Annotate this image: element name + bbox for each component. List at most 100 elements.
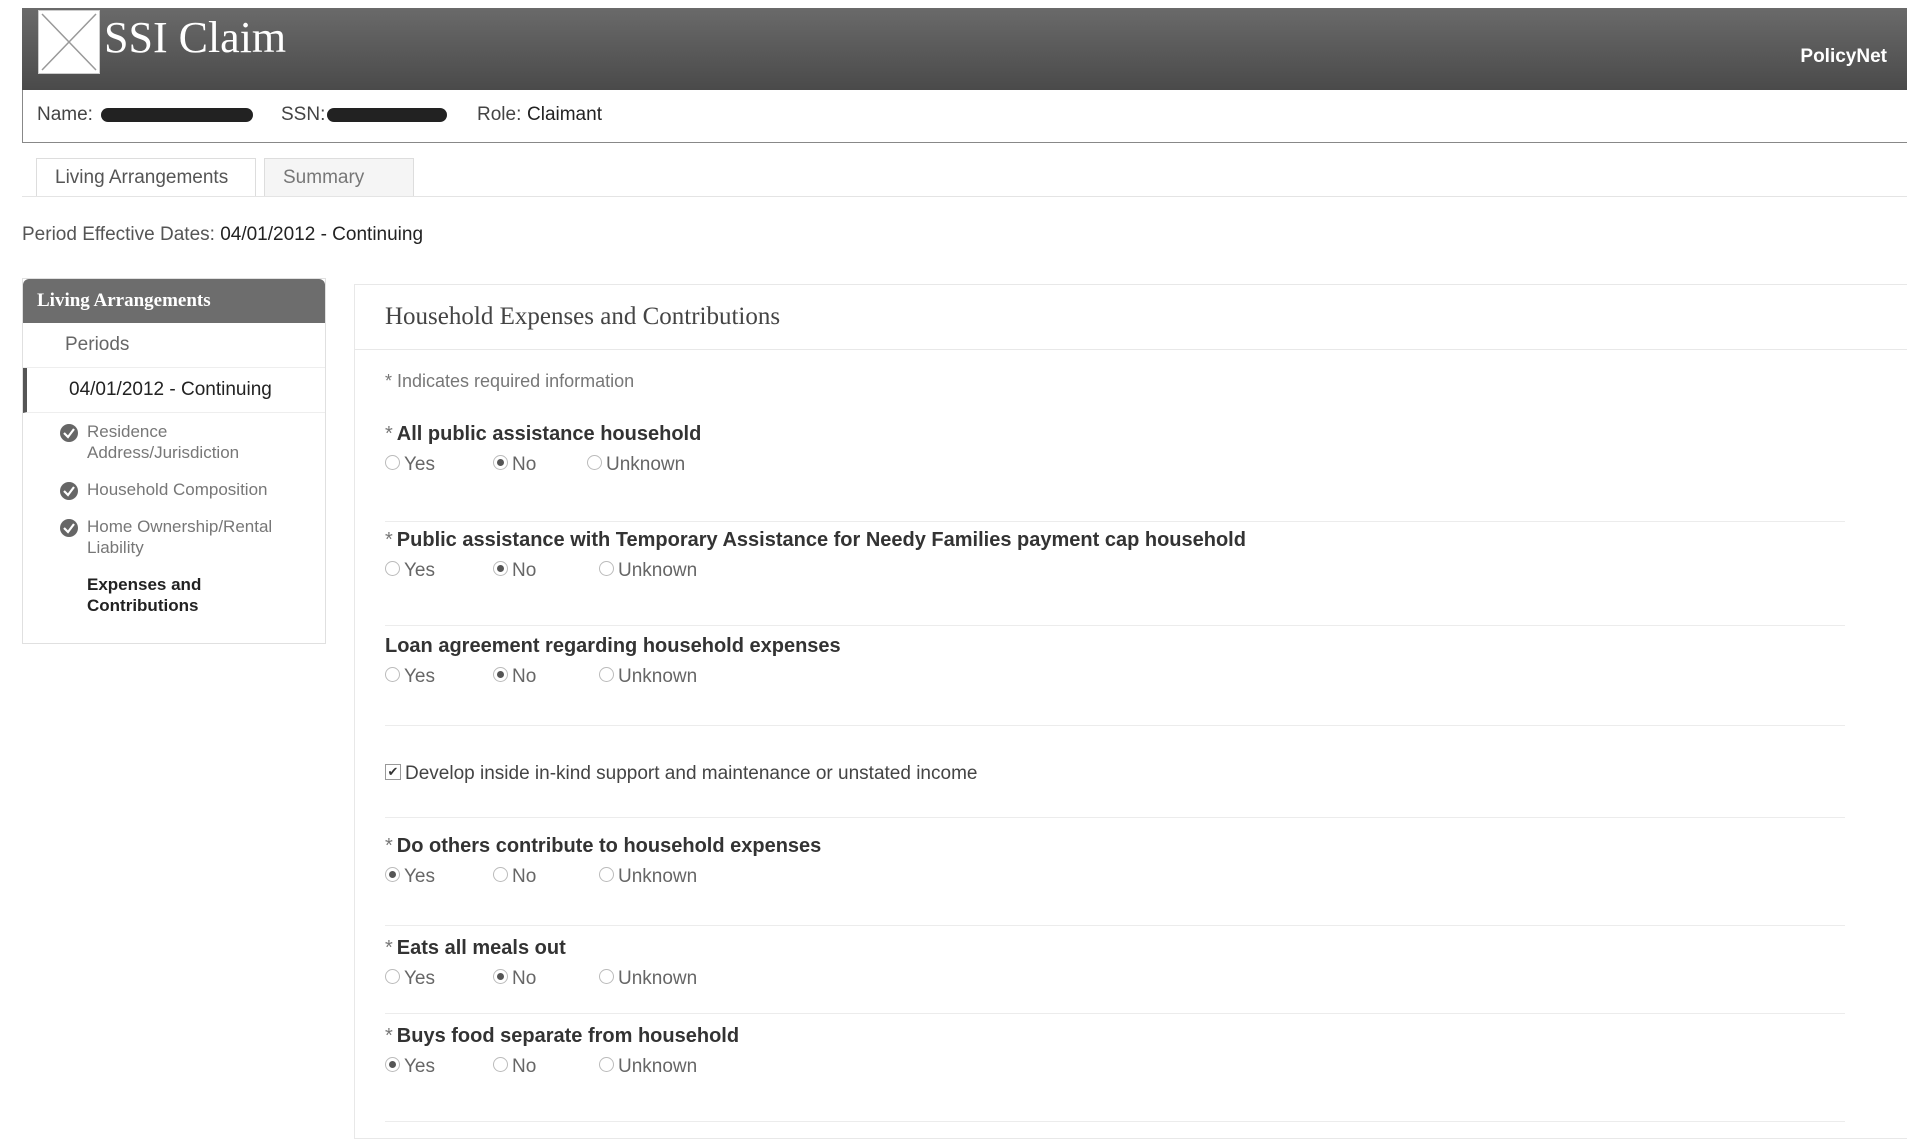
- radio-button[interactable]: [385, 667, 400, 683]
- radio-no[interactable]: No: [493, 666, 536, 688]
- sidebar-nav: Living Arrangements Periods 04/01/2012 -…: [22, 278, 326, 644]
- logo-placeholder-icon: [38, 10, 100, 74]
- radio-button[interactable]: [493, 561, 508, 577]
- tab-summary[interactable]: Summary: [264, 158, 414, 197]
- radio-label: Unknown: [606, 454, 686, 475]
- radio-yes[interactable]: Yes: [385, 454, 435, 476]
- radio-unknown[interactable]: Unknown: [599, 1056, 697, 1078]
- radio-yes[interactable]: Yes: [385, 560, 435, 582]
- sidebar-item-label: Residence: [87, 422, 168, 441]
- radio-label: No: [512, 454, 537, 475]
- question-others-contribute: * Do others contribute to household expen…: [385, 835, 1845, 896]
- radio-unknown[interactable]: Unknown: [599, 666, 697, 688]
- radio-no[interactable]: No: [493, 1056, 536, 1078]
- sidebar-item-label: Expenses and: [87, 575, 202, 594]
- radio-button[interactable]: [587, 455, 602, 471]
- divider: [385, 1121, 1845, 1122]
- radio-button[interactable]: [599, 1057, 614, 1073]
- radio-unknown[interactable]: Unknown: [599, 560, 697, 582]
- radio-no[interactable]: No: [493, 968, 536, 990]
- radio-group: Yes No Unknown: [385, 968, 1845, 998]
- question-label: Public assistance with Temporary Assista…: [396, 529, 1246, 551]
- radio-button[interactable]: [385, 1057, 400, 1073]
- ssn-label: SSN:: [281, 104, 326, 125]
- required-star: *: [385, 529, 393, 551]
- sidebar-item-household-composition[interactable]: Household Composition: [23, 471, 325, 508]
- radio-group: Yes No Unknown: [385, 454, 1845, 484]
- check-circle-icon: [59, 481, 79, 506]
- question-tanf-payment-cap: * Public assistance with Temporary Assist…: [385, 529, 1845, 590]
- radio-button[interactable]: [599, 561, 614, 577]
- radio-button[interactable]: [385, 969, 400, 985]
- question-loan-agreement: Loan agreement regarding household expen…: [385, 635, 1845, 696]
- app-header: SSI Claim PolicyNet: [22, 8, 1907, 90]
- brand-link[interactable]: PolicyNet: [1800, 46, 1887, 68]
- radio-unknown[interactable]: Unknown: [599, 866, 697, 888]
- check-circle-icon: [59, 518, 79, 543]
- develop-inkind-checkbox[interactable]: ✔: [385, 763, 401, 780]
- tab-living-arrangements[interactable]: Living Arrangements: [36, 158, 256, 197]
- sidebar-item-home-ownership[interactable]: Home Ownership/Rental Liability: [23, 508, 325, 566]
- required-star: *: [385, 937, 393, 959]
- radio-yes[interactable]: Yes: [385, 968, 435, 990]
- radio-button[interactable]: [599, 667, 614, 683]
- tab-divider: [22, 196, 1907, 197]
- check-circle-icon: [59, 423, 79, 448]
- radio-yes[interactable]: Yes: [385, 1056, 435, 1078]
- radio-yes[interactable]: Yes: [385, 666, 435, 688]
- radio-label: No: [512, 968, 537, 989]
- question-all-public-assistance: * All public assistance household Yes No …: [385, 423, 1845, 484]
- radio-button[interactable]: [385, 455, 400, 471]
- panel-title: Household Expenses and Contributions: [355, 285, 1907, 350]
- radio-label: No: [512, 866, 537, 887]
- radio-group: Yes No Unknown: [385, 866, 1845, 896]
- radio-label: Yes: [404, 560, 435, 581]
- question-label: Do others contribute to household expens…: [396, 835, 822, 857]
- radio-button[interactable]: [493, 1057, 508, 1073]
- question-label: Eats all meals out: [396, 937, 566, 959]
- sidebar-item-label-line2: Contributions: [87, 596, 199, 615]
- radio-label: Yes: [404, 454, 435, 475]
- radio-no[interactable]: No: [493, 454, 536, 476]
- radio-unknown[interactable]: Unknown: [587, 454, 685, 476]
- develop-isм-checkbox-row[interactable]: ✔ Develop inside in-kind support and main…: [385, 763, 977, 785]
- radio-button[interactable]: [493, 867, 508, 883]
- radio-label: Yes: [404, 866, 435, 887]
- radio-yes[interactable]: Yes: [385, 866, 435, 888]
- radio-button[interactable]: [385, 867, 400, 883]
- role-value: Claimant: [527, 104, 602, 125]
- radio-button[interactable]: [599, 867, 614, 883]
- sidebar-item-active-period[interactable]: 04/01/2012 - Continuing: [23, 368, 325, 413]
- role-label: Role:: [477, 104, 522, 125]
- radio-button[interactable]: [493, 667, 508, 683]
- radio-unknown[interactable]: Unknown: [599, 968, 697, 990]
- sidebar-item-label: Household Composition: [87, 480, 268, 499]
- name-label: Name:: [37, 104, 93, 125]
- period-value: 04/01/2012 - Continuing: [220, 224, 424, 245]
- radio-label: Unknown: [618, 666, 698, 687]
- radio-no[interactable]: No: [493, 560, 536, 582]
- radio-button[interactable]: [599, 969, 614, 985]
- radio-no[interactable]: No: [493, 866, 536, 888]
- radio-group: Yes No Unknown: [385, 1056, 1845, 1086]
- sidebar-item-expenses-contributions[interactable]: Expenses and Contributions: [23, 566, 325, 624]
- sidebar-item-label-line2: Liability: [87, 538, 144, 557]
- sidebar-item-label: Home Ownership/Rental: [87, 517, 273, 536]
- sidebar-item-residence[interactable]: Residence Address/Jurisdiction: [23, 413, 325, 471]
- radio-label: Yes: [404, 666, 435, 687]
- sidebar-item-periods[interactable]: Periods: [23, 323, 325, 368]
- radio-group: Yes No Unknown: [385, 666, 1845, 696]
- radio-button[interactable]: [385, 561, 400, 577]
- radio-label: No: [512, 1056, 537, 1077]
- redacted-ssn: [327, 108, 447, 122]
- radio-button[interactable]: [493, 969, 508, 985]
- required-note: * Indicates required information: [385, 371, 635, 391]
- radio-label: Yes: [404, 1056, 435, 1077]
- radio-button[interactable]: [493, 455, 508, 471]
- required-star: *: [385, 423, 393, 445]
- radio-label: Unknown: [618, 866, 698, 887]
- question-label: All public assistance household: [396, 423, 702, 445]
- household-expenses-panel: Household Expenses and Contributions * I…: [354, 284, 1907, 1139]
- required-star: *: [385, 835, 393, 857]
- radio-group: Yes No Unknown: [385, 560, 1845, 590]
